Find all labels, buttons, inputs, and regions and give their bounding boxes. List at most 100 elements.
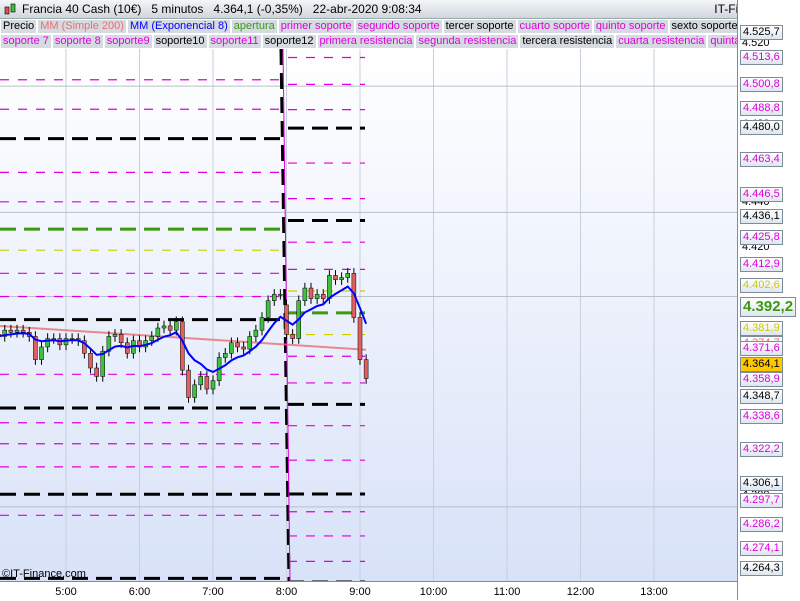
legend-item[interactable]: sexto soporte xyxy=(668,19,737,34)
candle-body xyxy=(235,342,240,348)
time-label: 8:00 xyxy=(275,586,298,598)
candle-body xyxy=(272,294,277,301)
legend-item[interactable]: quinto soporte xyxy=(592,19,669,34)
price-label: 4.274,1 xyxy=(740,541,783,556)
candle-body xyxy=(39,346,44,360)
legend-item[interactable]: soporte11 xyxy=(207,34,262,49)
candle-body xyxy=(259,317,265,331)
price-label: 4.297,7 xyxy=(740,493,783,508)
price-label: 4.306,1 xyxy=(740,476,783,491)
candle-body xyxy=(241,346,246,350)
candle-body xyxy=(204,376,210,390)
price-label: 4.480,0 xyxy=(740,120,783,135)
legend-row-2: soporte 7 soporte 8 soporte9 soporte10 sopor… xyxy=(0,34,737,49)
candle-body xyxy=(94,367,99,377)
chart-title: Francia 40 Cash (10€) 5 minutos 4.364,1 … xyxy=(22,2,422,16)
copyright: ©IT-Finance.com xyxy=(2,568,86,580)
candle-body xyxy=(357,317,363,360)
candle-body xyxy=(229,342,234,354)
candle-body xyxy=(8,329,14,333)
price-label: 4.286,2 xyxy=(740,517,783,532)
legend-item[interactable]: segunda resistencia xyxy=(415,34,520,49)
candle-body xyxy=(112,334,118,337)
candle-body xyxy=(180,321,185,371)
time-label: 6:00 xyxy=(128,586,151,598)
candle-body xyxy=(192,384,197,398)
candle-body xyxy=(210,380,216,390)
price-label: 4.402,6 xyxy=(740,278,783,293)
candle-body xyxy=(278,294,283,296)
title-bar: Francia 40 Cash (10€) 5 minutos 4.364,1 … xyxy=(0,0,800,19)
price-label: 4.371,6 xyxy=(740,341,783,356)
legend-item[interactable]: soporte10 xyxy=(152,34,208,49)
candle-body xyxy=(167,325,173,331)
candle-body xyxy=(88,353,93,369)
price-label: 4.264,3 xyxy=(740,561,783,576)
legend-row-1: Precio MM (Simple 200) MM (Exponencial 8) a… xyxy=(0,19,737,34)
candle-body xyxy=(186,369,191,398)
candle-body xyxy=(333,275,338,280)
price-label: 4.358,9 xyxy=(740,372,783,387)
candle-body xyxy=(345,273,350,278)
legend-item[interactable]: quinta resistencia xyxy=(707,34,737,49)
candle-body xyxy=(118,334,124,344)
candlestick-icon xyxy=(4,3,16,15)
price-label: 4.463,4 xyxy=(740,152,783,167)
legend-item[interactable]: MM (Simple 200) xyxy=(37,19,127,34)
legend-item[interactable]: tercera resistencia xyxy=(519,34,616,49)
legend-item[interactable]: soporte 7 xyxy=(0,34,52,49)
legend-item[interactable]: Precio xyxy=(0,19,38,34)
price-label: 4.381,9 xyxy=(740,321,783,336)
legend-item[interactable]: tercer soporte xyxy=(442,19,517,34)
candle-body xyxy=(321,294,326,299)
candle-body xyxy=(363,359,369,379)
price-label: 4.412,9 xyxy=(740,257,783,272)
time-label: 13:00 xyxy=(640,586,668,598)
price-label: 4.525,7 xyxy=(740,25,783,40)
candle-body xyxy=(302,287,308,301)
candle-body xyxy=(314,294,320,299)
candle-body xyxy=(20,329,26,333)
candle-body xyxy=(198,376,203,386)
legend-item[interactable]: soporte9 xyxy=(103,34,153,49)
candle-body xyxy=(155,327,161,337)
legend-item[interactable]: segundo soporte xyxy=(354,19,443,34)
chart-canvas xyxy=(0,49,737,581)
price-label: 4.338,6 xyxy=(740,409,783,424)
time-label: 10:00 xyxy=(419,586,448,598)
price-label: 4.392,2 xyxy=(740,297,797,317)
time-label: 9:00 xyxy=(349,586,371,598)
candle-body xyxy=(247,336,252,350)
legend-item[interactable]: cuarto soporte xyxy=(516,19,593,34)
price-label: 4.322,2 xyxy=(740,442,783,457)
price-label: 4.488,8 xyxy=(740,101,783,116)
legend-item[interactable]: MM (Exponencial 8) xyxy=(126,19,231,34)
legend-item[interactable]: primera resistencia xyxy=(316,34,416,49)
legend-item[interactable]: soporte12 xyxy=(261,34,317,49)
candle-body xyxy=(14,329,20,333)
legend-item[interactable]: primer soporte xyxy=(277,19,355,34)
time-label: 7:00 xyxy=(202,586,224,598)
candle-body xyxy=(327,275,332,299)
time-label: 12:00 xyxy=(566,586,595,598)
candle-body xyxy=(161,325,167,329)
candle-body xyxy=(223,353,228,358)
price-label: 4.436,1 xyxy=(740,209,783,224)
time-axis[interactable]: 5:00 6:00 7:00 8:00 9:00 10:00 11:00 12:00 13:00 xyxy=(0,581,737,601)
legend-item[interactable]: apertura xyxy=(230,19,278,34)
price-chart[interactable] xyxy=(0,49,737,581)
candle-body xyxy=(339,277,344,280)
price-label: 4.500,8 xyxy=(740,77,783,92)
legend-item[interactable]: soporte 8 xyxy=(51,34,104,49)
price-axis[interactable]: 4.5204.4804.4404.4204.4004.3004.2804.525… xyxy=(737,0,800,600)
candle-body xyxy=(265,300,271,318)
candle-body xyxy=(290,334,295,339)
candle-body xyxy=(253,329,259,337)
price-label: 4.513,6 xyxy=(740,50,783,65)
price-label: 4.425,8 xyxy=(740,230,783,245)
price-label: 4.446,5 xyxy=(740,187,783,202)
candle-body xyxy=(308,287,314,299)
legend-item[interactable]: cuarta resistencia xyxy=(615,34,708,49)
candle-body xyxy=(149,336,154,341)
price-label: 4.364,1 xyxy=(740,357,783,372)
